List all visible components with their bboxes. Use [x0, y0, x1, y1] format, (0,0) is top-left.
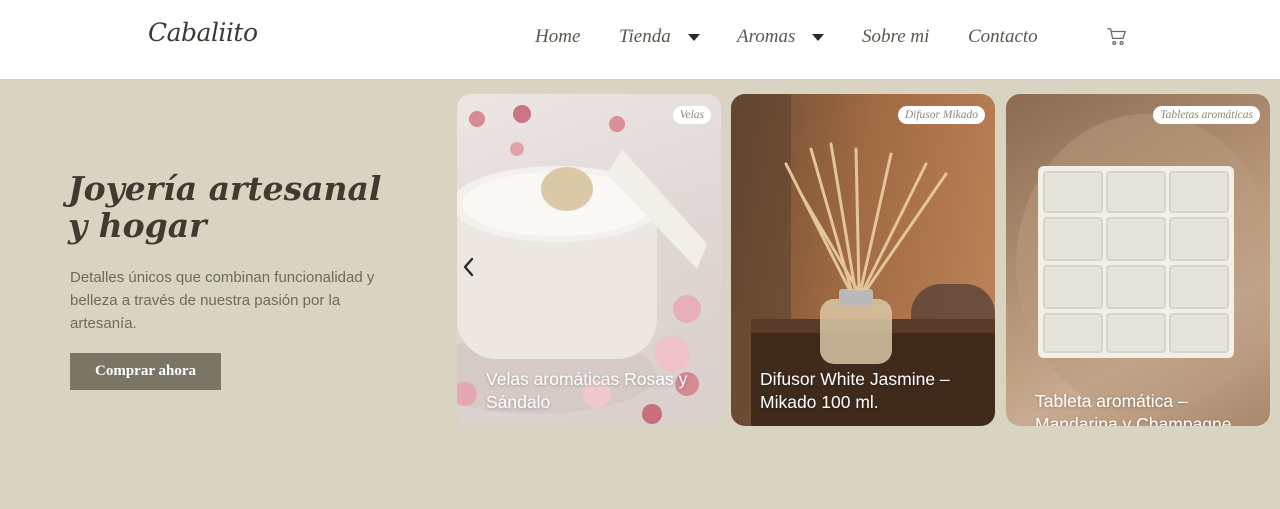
- chevron-left-icon[interactable]: [459, 256, 479, 278]
- nav-tienda[interactable]: Tienda: [619, 26, 700, 48]
- nav-sobre-mi-label: Sobre mi: [862, 26, 930, 47]
- nav-contacto[interactable]: Contacto: [968, 26, 1038, 48]
- product-title: Tableta aromática – Mandarina y Champagn…: [1035, 391, 1232, 426]
- nav-aromas-label: Aromas: [737, 26, 796, 47]
- nav-aromas[interactable]: Aromas: [737, 26, 825, 48]
- category-badge: Difusor Mikado: [897, 106, 985, 124]
- category-badge: Velas: [672, 106, 711, 124]
- shop-now-button[interactable]: Comprar ahora: [70, 353, 221, 390]
- nav-home-label: Home: [535, 26, 581, 47]
- hero-title: Joyería artesanal y hogar: [68, 169, 382, 245]
- site-header: Cabaliito Home Tienda Aromas Sobre mi Co…: [0, 0, 1280, 79]
- nav-contacto-label: Contacto: [968, 26, 1038, 47]
- nav-home[interactable]: Home: [535, 26, 580, 48]
- brand-logo[interactable]: Cabaliito: [148, 18, 258, 47]
- nav-sobre-mi[interactable]: Sobre mi: [862, 26, 929, 48]
- product-title: Velas aromáticas Rosas y Sándalo: [486, 369, 688, 412]
- shopping-cart-icon[interactable]: [1106, 26, 1128, 48]
- product-card-tableta[interactable]: Tabletas aromáticas Tableta aromática – …: [1006, 94, 1270, 426]
- product-card-difusor[interactable]: Difusor Mikado Difusor White Jasmine – M…: [731, 94, 995, 426]
- wax-tablet-image: [1016, 114, 1270, 414]
- caret-down-icon: [687, 33, 700, 41]
- product-card-velas[interactable]: Velas Velas aromáticas Rosas y Sándalo: [457, 94, 721, 426]
- hero-description: Detalles únicos que combinan funcionalid…: [70, 269, 375, 332]
- nav-tienda-label: Tienda: [619, 26, 671, 47]
- product-title: Difusor White Jasmine – Mikado 100 ml.: [760, 369, 950, 412]
- category-badge: Tabletas aromáticas: [1153, 106, 1260, 124]
- caret-down-icon: [812, 33, 825, 41]
